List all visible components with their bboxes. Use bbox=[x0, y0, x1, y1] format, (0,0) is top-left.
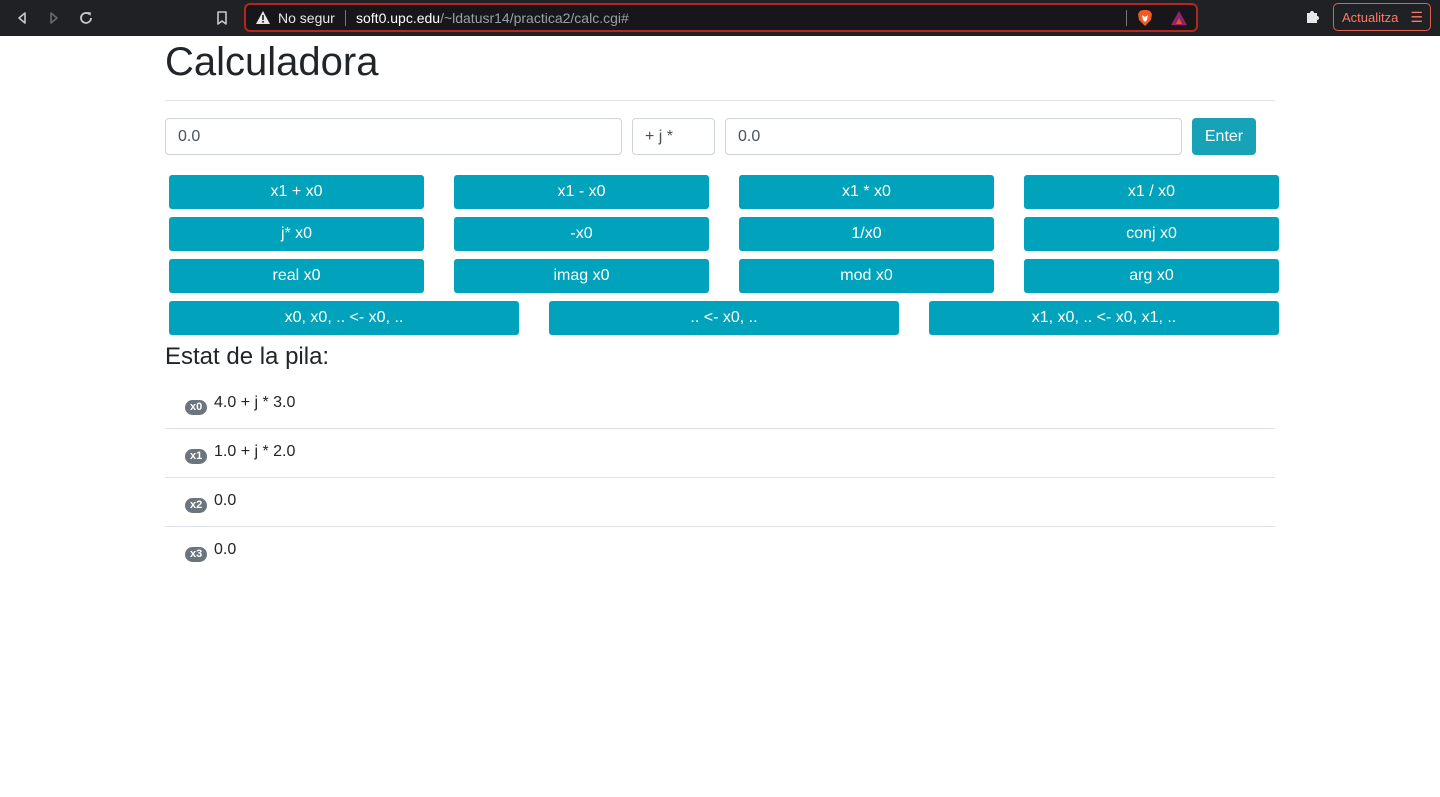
reload-icon[interactable] bbox=[74, 6, 98, 30]
rewards-icon[interactable] bbox=[1170, 10, 1188, 31]
stack-badge: x3 bbox=[185, 547, 208, 562]
subtract-button[interactable]: x1 - x0 bbox=[454, 175, 709, 209]
stack-item: x0 4.0 + j * 3.0 bbox=[165, 380, 1275, 429]
divider bbox=[165, 100, 1275, 101]
duplicate-button[interactable]: x0, x0, .. <- x0, .. bbox=[169, 301, 519, 335]
forward-icon[interactable] bbox=[42, 6, 66, 30]
browser-toolbar: No segur soft0.upc.edu/~ldatusr14/practi… bbox=[0, 0, 1440, 36]
stack-value: 4.0 + j * 3.0 bbox=[214, 394, 296, 411]
multiply-button[interactable]: x1 * x0 bbox=[739, 175, 994, 209]
multiply-j-button[interactable]: j* x0 bbox=[169, 217, 424, 251]
imaginary-part-input[interactable]: 0.0 bbox=[725, 118, 1182, 155]
update-label: Actualitza bbox=[1342, 9, 1399, 25]
conjugate-button[interactable]: conj x0 bbox=[1024, 217, 1279, 251]
stack-badge: x1 bbox=[185, 449, 208, 464]
enter-button[interactable]: Enter bbox=[1192, 118, 1256, 155]
stack-item: x2 0.0 bbox=[165, 478, 1275, 527]
stack-item: x1 1.0 + j * 2.0 bbox=[165, 429, 1275, 478]
warning-icon[interactable] bbox=[255, 10, 271, 30]
address-bar[interactable]: No segur soft0.upc.edu/~ldatusr14/practi… bbox=[244, 3, 1198, 32]
update-button[interactable]: Actualitza ☰ bbox=[1333, 3, 1431, 31]
brave-shield-icon[interactable] bbox=[1137, 9, 1153, 32]
drop-button[interactable]: .. <- x0, .. bbox=[549, 301, 899, 335]
stack-value: 1.0 + j * 2.0 bbox=[214, 443, 296, 460]
extensions-icon[interactable] bbox=[1305, 8, 1321, 29]
divide-button[interactable]: x1 / x0 bbox=[1024, 175, 1279, 209]
url-path: /~ldatusr14/practica2/calc.cgi# bbox=[440, 10, 629, 26]
imag-part-button[interactable]: imag x0 bbox=[454, 259, 709, 293]
add-button[interactable]: x1 + x0 bbox=[169, 175, 424, 209]
swap-button[interactable]: x1, x0, .. <- x0, x1, .. bbox=[929, 301, 1279, 335]
stack-title: Estat de la pila: bbox=[165, 343, 330, 370]
stack-badge: x2 bbox=[185, 498, 208, 513]
url-host: soft0.upc.edu bbox=[356, 10, 441, 26]
reciprocal-button[interactable]: 1/x0 bbox=[739, 217, 994, 251]
stack-value: 0.0 bbox=[214, 492, 237, 509]
negate-button[interactable]: -x0 bbox=[454, 217, 709, 251]
argument-button[interactable]: arg x0 bbox=[1024, 259, 1279, 293]
divider bbox=[1126, 10, 1127, 26]
real-part-button[interactable]: real x0 bbox=[169, 259, 424, 293]
security-label[interactable]: No segur bbox=[278, 10, 335, 26]
menu-icon: ☰ bbox=[1410, 8, 1423, 25]
stack-value: 0.0 bbox=[214, 541, 237, 558]
url-text[interactable]: soft0.upc.edu/~ldatusr14/practica2/calc.… bbox=[356, 10, 629, 26]
stack-item: x3 0.0 bbox=[165, 527, 1275, 576]
bookmark-icon[interactable] bbox=[210, 6, 234, 30]
stack-badge: x0 bbox=[185, 400, 208, 415]
divider bbox=[345, 10, 346, 26]
imaginary-separator-label: + j * bbox=[632, 118, 715, 155]
modulus-button[interactable]: mod x0 bbox=[739, 259, 994, 293]
page-title: Calculadora bbox=[165, 40, 379, 84]
real-part-input[interactable]: 0.0 bbox=[165, 118, 622, 155]
back-icon[interactable] bbox=[10, 6, 34, 30]
